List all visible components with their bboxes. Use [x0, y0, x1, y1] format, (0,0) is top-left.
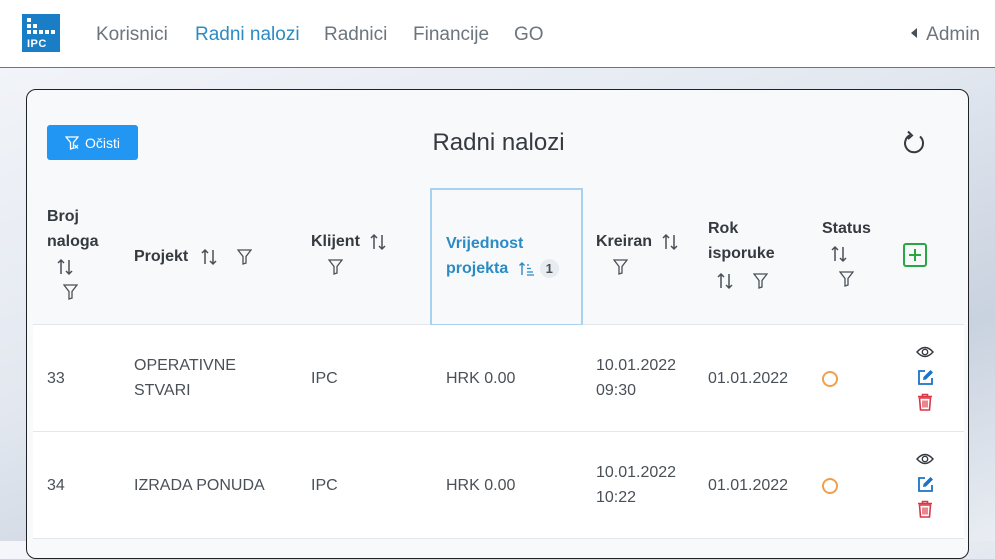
header-broj-label-1: Broj: [47, 208, 79, 225]
sort-icon[interactable]: [201, 248, 217, 266]
cell-projekt: IZRADA PONUDA: [134, 477, 265, 494]
header-broj-label-2: naloga: [47, 233, 99, 250]
table-row[interactable]: 34 IZRADA PONUDA IPC HRK 0.00 10.01.2022…: [33, 432, 964, 539]
filter-icon[interactable]: [613, 259, 628, 275]
logo-text: IPC: [27, 38, 47, 50]
page-title: Radni nalozi: [432, 129, 565, 156]
cell-rok: 01.01.2022: [708, 477, 789, 494]
delete-trash-icon[interactable]: [917, 393, 933, 411]
cell-projekt-line-2: STVARI: [134, 382, 191, 399]
cell-broj: 34: [47, 477, 65, 494]
header-vrijednost-projekta[interactable]: Vrijednost projekta 1: [446, 231, 559, 281]
header-projekt-label: Projekt: [134, 248, 189, 265]
header-kreiran-label: Kreiran: [596, 233, 653, 250]
header-rok-isporuke[interactable]: Rok isporuke: [708, 216, 775, 293]
nav-link-radni-nalozi[interactable]: Radni nalozi: [195, 24, 300, 46]
sort-ascending-icon[interactable]: [518, 261, 535, 276]
edit-icon[interactable]: [917, 476, 934, 493]
nav-link-financije[interactable]: Financije: [413, 24, 489, 46]
cell-kreiran: 10.01.2022 10:22: [596, 460, 676, 510]
sort-order-badge: 1: [539, 259, 559, 279]
delete-trash-icon[interactable]: [917, 500, 933, 518]
view-eye-icon[interactable]: [916, 452, 934, 466]
sort-icon[interactable]: [717, 272, 733, 290]
cell-vrijednost: HRK 0.00: [446, 370, 516, 387]
sort-icon[interactable]: [370, 233, 386, 251]
header-rok-label-1: Rok: [708, 220, 739, 237]
ipc-logo[interactable]: IPC: [22, 14, 60, 52]
header-vrijednost-label-2: projekta: [446, 260, 509, 277]
status-circle-icon: [822, 371, 838, 387]
header-klijent-label: Klijent: [311, 233, 360, 250]
cell-klijent: IPC: [311, 370, 338, 387]
header-klijent[interactable]: Klijent: [311, 229, 386, 279]
cell-rok: 01.01.2022: [708, 370, 789, 387]
caret-left-icon: [911, 27, 918, 38]
cell-vrijednost: HRK 0.00: [446, 477, 516, 494]
filter-icon[interactable]: [63, 284, 78, 300]
sort-icon[interactable]: [662, 233, 679, 251]
cell-projekt-line-1: OPERATIVNE: [134, 357, 236, 374]
cell-kreiran-date: 10.01.2022: [596, 357, 677, 374]
header-kreiran[interactable]: Kreiran: [596, 229, 679, 279]
view-eye-icon[interactable]: [916, 345, 934, 359]
user-menu[interactable]: Admin: [911, 24, 980, 46]
header-rok-label-2: isporuke: [708, 245, 775, 262]
filter-icon[interactable]: [753, 273, 769, 289]
table-row[interactable]: 33 OPERATIVNE STVARI IPC HRK 0.00 10.01.…: [33, 325, 964, 432]
cell-kreiran-time: 10:22: [596, 489, 637, 506]
cell-projekt: OPERATIVNE STVARI: [134, 353, 236, 403]
add-work-order-button[interactable]: [903, 243, 927, 267]
header-status[interactable]: Status: [822, 216, 871, 291]
sort-icon[interactable]: [57, 258, 73, 276]
nav-link-korisnici[interactable]: Korisnici: [96, 24, 168, 46]
cell-kreiran: 10.01.2022 09:30: [596, 353, 676, 403]
nav-link-go[interactable]: GO: [514, 24, 544, 46]
sort-icon[interactable]: [831, 245, 847, 263]
user-name: Admin: [926, 24, 980, 45]
filter-icon[interactable]: [237, 249, 253, 265]
work-orders-card: Očisti Radni nalozi Broj naloga Projekt …: [26, 89, 969, 559]
filter-icon[interactable]: [839, 271, 854, 287]
top-navbar: IPC Korisnici Radni nalozi Radnici Finan…: [0, 0, 995, 68]
header-status-label: Status: [822, 220, 871, 237]
cell-kreiran-time: 09:30: [596, 382, 637, 399]
edit-icon[interactable]: [917, 369, 934, 386]
cell-kreiran-date: 10.01.2022: [596, 464, 677, 481]
cell-broj: 33: [47, 370, 65, 387]
nav-link-radnici[interactable]: Radnici: [324, 24, 387, 46]
refresh-icon[interactable]: [901, 130, 927, 156]
status-circle-icon: [822, 478, 838, 494]
header-projekt[interactable]: Projekt: [134, 244, 253, 269]
header-vrijednost-label-1: Vrijednost: [446, 235, 524, 252]
cell-klijent: IPC: [311, 477, 338, 494]
header-broj-naloga[interactable]: Broj naloga: [47, 204, 117, 304]
filter-icon[interactable]: [328, 259, 343, 275]
